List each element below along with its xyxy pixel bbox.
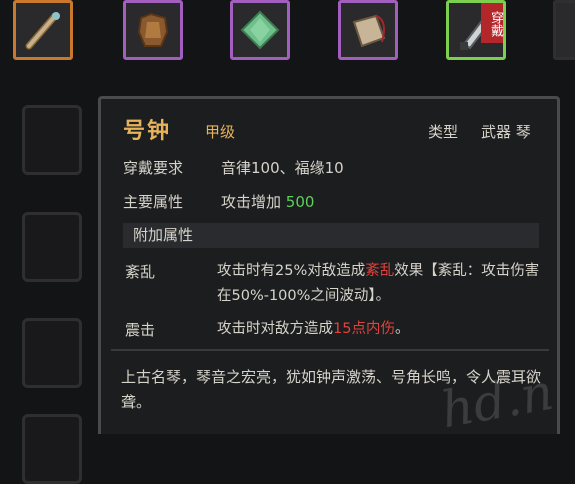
type-value: 武器 琴 [481,123,531,141]
item-tooltip: 号钟 甲级 类型 武器 琴 穿戴要求 音律100、福缘10 主要属性 攻击增加 … [98,96,560,439]
effect-desc-text: 攻击时对敌方造成 [217,321,333,337]
empty-slot[interactable] [22,414,82,484]
extra-attr-header: 附加属性 [123,223,539,248]
effect-name: 震击 [125,321,156,339]
item-title: 号钟 [123,119,172,144]
slot-weapon-equipped[interactable]: 穿戴 [446,0,506,60]
effect-highlight: 紊乱 [365,263,395,279]
main-attr-value: 500 [285,193,315,211]
effect-name: 紊乱 [125,263,156,281]
requirement-value: 音律100、福缘10 [221,159,344,177]
armor-icon [137,12,169,47]
empty-slot[interactable] [22,212,82,282]
flute-icon [25,12,60,50]
divider [111,349,549,351]
effect-desc: 攻击时有25%对敌造成紊乱效果【紊乱：攻击伤害在50%-100%之间波动】。 [217,259,547,309]
slot-gem[interactable] [230,0,290,60]
item-grade: 甲级 [205,123,236,141]
equipped-badge: 穿戴 [481,3,503,43]
gem-icon [240,10,280,50]
main-attr: 攻击增加 500 [221,191,314,212]
effect-desc: 攻击时对敌方造成15点内伤。 [217,317,547,342]
slot-partial[interactable] [553,0,575,60]
requirement-label: 穿戴要求 [123,159,184,177]
effect-highlight: 15点内伤 [333,321,395,337]
bag-icon [352,14,386,48]
type-label: 类型 [428,123,459,141]
effect-desc-text: 攻击时有25%对敌造成 [217,263,366,279]
slot-flute[interactable] [13,0,73,60]
main-attr-label: 主要属性 [123,193,184,211]
slot-armor[interactable] [123,0,183,60]
empty-slot[interactable] [22,318,82,388]
slot-bag[interactable] [338,0,398,60]
empty-slot[interactable] [22,105,82,175]
main-attr-text: 攻击增加 [221,193,282,211]
effect-desc-text: 。 [394,321,410,337]
